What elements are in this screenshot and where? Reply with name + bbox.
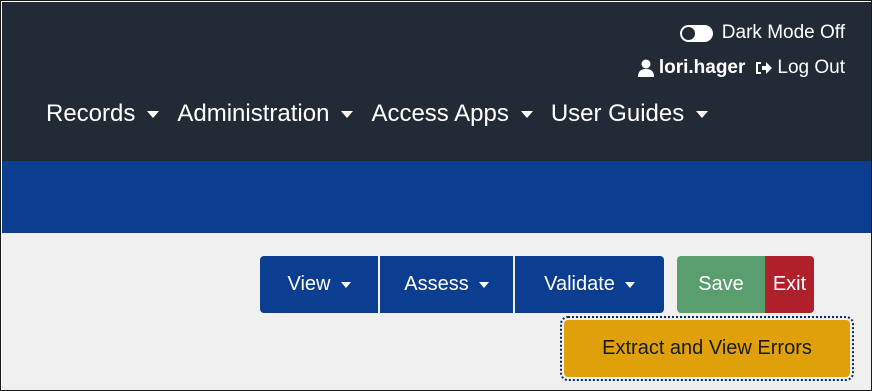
content-area: View Assess Validate Save Exit Extract a… — [2, 233, 871, 390]
menu-item-records[interactable]: Records — [46, 100, 160, 128]
exit-button-label: Exit — [772, 273, 807, 295]
username[interactable]: lori.hager — [659, 57, 746, 79]
menu-item-user-guides[interactable]: User Guides — [550, 100, 709, 128]
sign-out-icon — [755, 60, 773, 76]
main-menu: Records Administration Access Apps User … — [46, 100, 709, 128]
menu-item-administration[interactable]: Administration — [177, 100, 354, 128]
validate-dropdown-button[interactable]: Validate — [515, 256, 664, 313]
exit-button[interactable]: Exit — [765, 256, 814, 313]
app-window: Dark Mode Off lori.hager Log Out Records… — [0, 0, 872, 391]
save-button-label: Save — [698, 273, 744, 295]
top-navbar: Dark Mode Off lori.hager Log Out Records… — [2, 2, 871, 161]
caret-down-icon — [478, 281, 489, 288]
caret-down-icon — [340, 281, 351, 288]
user-icon — [637, 59, 654, 77]
caret-down-icon — [520, 110, 533, 118]
toggle-switch-icon[interactable] — [679, 24, 713, 42]
extract-button-label: Extract and View Errors — [602, 337, 812, 359]
dark-mode-label: Dark Mode Off — [721, 22, 845, 43]
caret-down-icon — [341, 110, 354, 118]
menu-item-label: Records — [46, 100, 136, 127]
validate-button-label: Validate — [544, 273, 615, 295]
logout-link[interactable]: Log Out — [755, 57, 845, 79]
header-band — [2, 161, 871, 233]
caret-down-icon — [624, 281, 635, 288]
save-button[interactable]: Save — [677, 256, 765, 313]
extract-and-view-errors-button[interactable]: Extract and View Errors — [560, 316, 854, 381]
toggle-knob — [681, 26, 695, 40]
menu-item-label: User Guides — [550, 100, 685, 127]
assess-button-label: Assess — [404, 273, 469, 295]
user-menu: lori.hager Log Out — [637, 57, 845, 79]
logout-label: Log Out — [777, 57, 845, 78]
menu-item-label: Administration — [177, 100, 330, 127]
view-dropdown-button[interactable]: View — [260, 256, 378, 313]
view-button-label: View — [287, 273, 331, 295]
caret-down-icon — [147, 110, 160, 118]
menu-item-access-apps[interactable]: Access Apps — [371, 100, 533, 128]
caret-down-icon — [696, 110, 709, 118]
menu-item-label: Access Apps — [371, 100, 509, 127]
assess-dropdown-button[interactable]: Assess — [380, 256, 513, 313]
dark-mode-toggle[interactable]: Dark Mode Off — [679, 22, 845, 44]
